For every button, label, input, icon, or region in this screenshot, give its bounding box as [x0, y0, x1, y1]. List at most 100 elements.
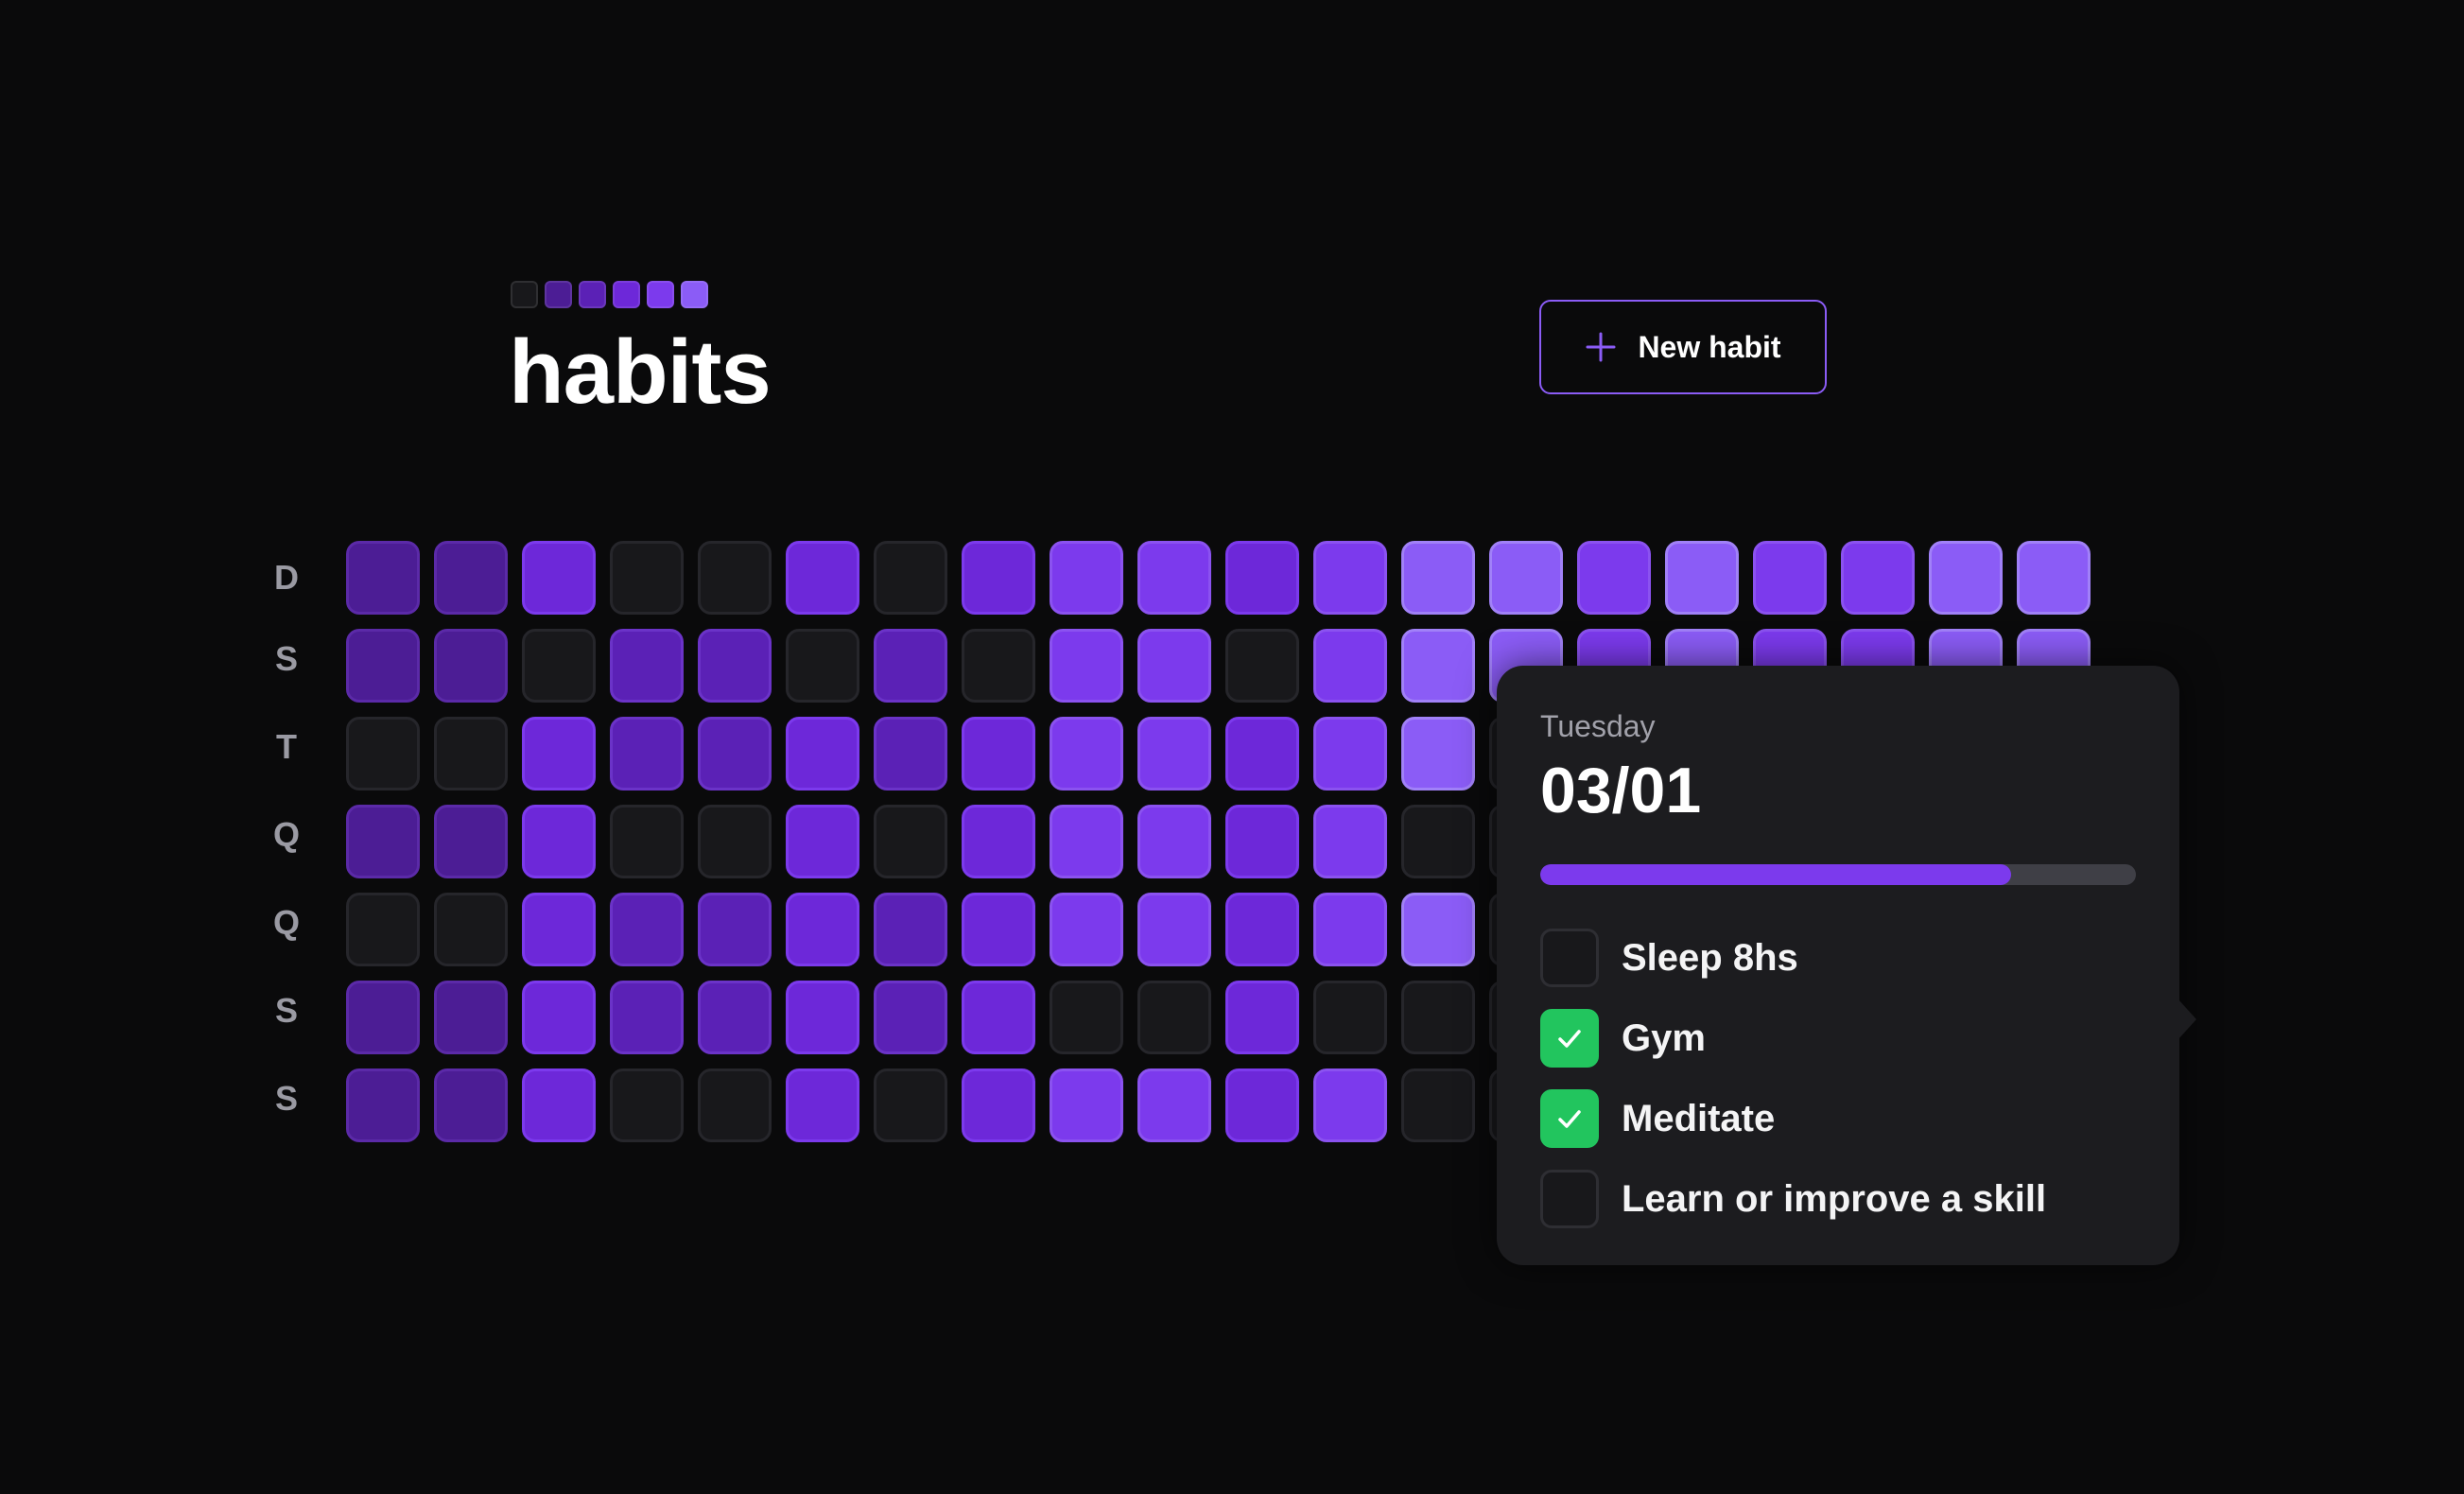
day-cell[interactable]	[962, 629, 1035, 703]
day-cell[interactable]	[962, 893, 1035, 966]
day-cell[interactable]	[874, 893, 947, 966]
day-cell[interactable]	[346, 541, 420, 615]
day-cell[interactable]	[1137, 981, 1211, 1054]
day-cell[interactable]	[1050, 629, 1123, 703]
day-cell[interactable]	[1137, 629, 1211, 703]
day-cell[interactable]	[346, 981, 420, 1054]
day-cell[interactable]	[698, 981, 772, 1054]
day-cell[interactable]	[1313, 805, 1387, 878]
day-cell[interactable]	[434, 541, 508, 615]
habit-item[interactable]: Learn or improve a skill	[1540, 1170, 2136, 1228]
day-cell[interactable]	[786, 717, 859, 790]
day-cell[interactable]	[1225, 629, 1299, 703]
day-cell[interactable]	[1050, 541, 1123, 615]
day-cell[interactable]	[1313, 717, 1387, 790]
day-cell[interactable]	[786, 629, 859, 703]
day-cell[interactable]	[2017, 541, 2091, 615]
habit-checkbox[interactable]	[1540, 1170, 1599, 1228]
day-cell[interactable]	[1050, 1068, 1123, 1142]
day-cell[interactable]	[522, 1068, 596, 1142]
day-cell[interactable]	[346, 805, 420, 878]
day-cell[interactable]	[1225, 717, 1299, 790]
new-habit-button[interactable]: New habit	[1539, 300, 1827, 394]
habit-checkbox[interactable]	[1540, 929, 1599, 987]
day-cell[interactable]	[874, 717, 947, 790]
day-cell[interactable]	[434, 805, 508, 878]
day-cell[interactable]	[1841, 541, 1915, 615]
day-cell[interactable]	[1401, 629, 1475, 703]
day-cell[interactable]	[1137, 1068, 1211, 1142]
day-cell[interactable]	[1489, 541, 1563, 615]
day-cell[interactable]	[874, 541, 947, 615]
day-cell[interactable]	[1050, 893, 1123, 966]
day-cell[interactable]	[1929, 541, 2003, 615]
day-cell[interactable]	[1313, 1068, 1387, 1142]
day-cell[interactable]	[610, 541, 684, 615]
day-cell[interactable]	[698, 717, 772, 790]
day-cell[interactable]	[522, 893, 596, 966]
habit-checkbox[interactable]	[1540, 1009, 1599, 1068]
habit-item[interactable]: Gym	[1540, 1009, 2136, 1068]
day-cell[interactable]	[610, 893, 684, 966]
day-cell[interactable]	[1050, 717, 1123, 790]
day-cell[interactable]	[962, 541, 1035, 615]
day-cell[interactable]	[1137, 893, 1211, 966]
day-cell[interactable]	[1665, 541, 1739, 615]
day-cell[interactable]	[1401, 893, 1475, 966]
day-cell[interactable]	[522, 981, 596, 1054]
day-cell[interactable]	[522, 541, 596, 615]
day-cell[interactable]	[522, 717, 596, 790]
day-cell[interactable]	[1225, 541, 1299, 615]
day-cell[interactable]	[1577, 541, 1651, 615]
day-cell[interactable]	[1401, 717, 1475, 790]
day-cell[interactable]	[1225, 1068, 1299, 1142]
day-cell[interactable]	[698, 893, 772, 966]
day-cell[interactable]	[1225, 981, 1299, 1054]
habit-item[interactable]: Sleep 8hs	[1540, 929, 2136, 987]
day-cell[interactable]	[786, 805, 859, 878]
day-cell[interactable]	[962, 805, 1035, 878]
day-cell[interactable]	[610, 1068, 684, 1142]
day-cell[interactable]	[698, 541, 772, 615]
habit-item[interactable]: Meditate	[1540, 1089, 2136, 1148]
day-cell[interactable]	[786, 893, 859, 966]
day-cell[interactable]	[1401, 981, 1475, 1054]
day-cell[interactable]	[1401, 541, 1475, 615]
day-cell[interactable]	[1313, 981, 1387, 1054]
day-cell[interactable]	[698, 1068, 772, 1142]
day-cell[interactable]	[434, 629, 508, 703]
day-cell[interactable]	[610, 805, 684, 878]
day-cell[interactable]	[698, 805, 772, 878]
day-cell[interactable]	[698, 629, 772, 703]
day-cell[interactable]	[1753, 541, 1827, 615]
day-cell[interactable]	[346, 717, 420, 790]
day-cell[interactable]	[874, 981, 947, 1054]
day-cell[interactable]	[346, 1068, 420, 1142]
day-cell[interactable]	[962, 717, 1035, 790]
habit-checkbox[interactable]	[1540, 1089, 1599, 1148]
day-cell[interactable]	[434, 1068, 508, 1142]
day-cell[interactable]	[346, 629, 420, 703]
day-cell[interactable]	[434, 893, 508, 966]
day-cell[interactable]	[610, 717, 684, 790]
day-cell[interactable]	[610, 629, 684, 703]
day-cell[interactable]	[874, 1068, 947, 1142]
day-cell[interactable]	[786, 981, 859, 1054]
day-cell[interactable]	[874, 629, 947, 703]
day-cell[interactable]	[1313, 629, 1387, 703]
day-cell[interactable]	[434, 981, 508, 1054]
day-cell[interactable]	[434, 717, 508, 790]
day-cell[interactable]	[1137, 717, 1211, 790]
day-cell[interactable]	[1401, 1068, 1475, 1142]
day-cell[interactable]	[1050, 981, 1123, 1054]
day-cell[interactable]	[1313, 541, 1387, 615]
day-cell[interactable]	[522, 629, 596, 703]
day-cell[interactable]	[1225, 893, 1299, 966]
day-cell[interactable]	[1137, 541, 1211, 615]
day-cell[interactable]	[1313, 893, 1387, 966]
day-cell[interactable]	[962, 981, 1035, 1054]
day-cell[interactable]	[1050, 805, 1123, 878]
day-cell[interactable]	[346, 893, 420, 966]
day-cell[interactable]	[1137, 805, 1211, 878]
day-cell[interactable]	[1225, 805, 1299, 878]
